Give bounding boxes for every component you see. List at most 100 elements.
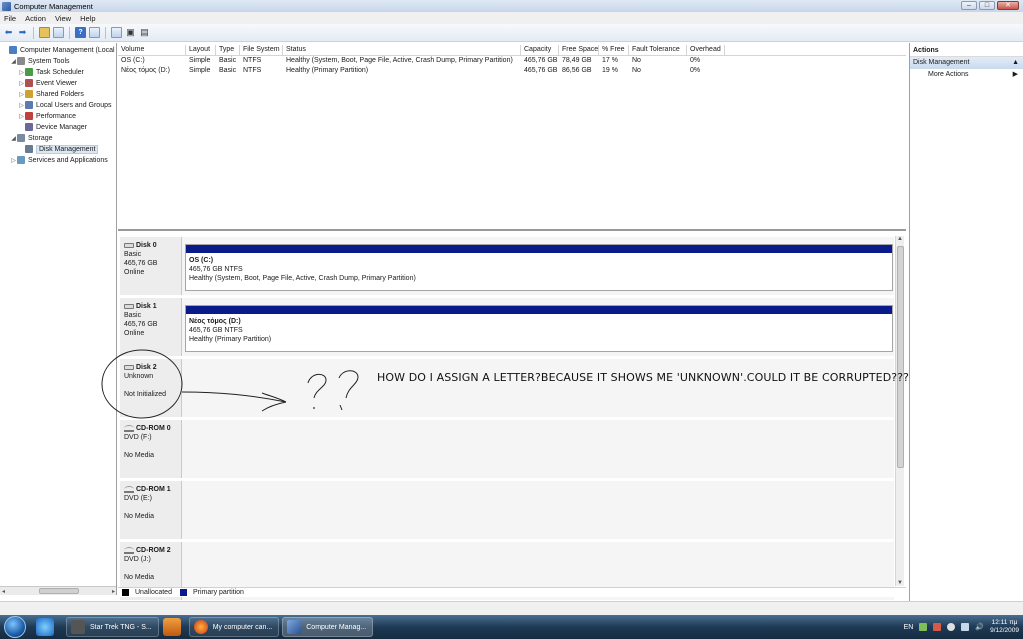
action-center-icon[interactable] [933,623,942,631]
partition-status: Healthy (Primary Partition) [189,336,272,343]
network-icon[interactable] [919,623,928,631]
scroll-right-arrow-icon[interactable]: ▸ [112,588,115,595]
expand-arrow-icon[interactable]: ▷ [18,80,25,87]
monitor-icon[interactable] [961,623,970,631]
expand-arrow-icon[interactable]: ▷ [18,113,25,120]
collapse-icon[interactable]: ▲ [1012,57,1019,69]
volume-cell: Simple [189,57,211,64]
disk-row[interactable]: Disk 1 Basic 465,76 GB Online Νέος τόμος (D:… [120,298,894,356]
disk-info[interactable]: CD-ROM 1 DVD (E:) No Media [120,481,182,539]
disk-row[interactable]: CD-ROM 1 DVD (E:) No Media [120,481,894,539]
taskbar: Star Trek TNG - S... My computer can... … [0,615,1023,639]
check-disk-icon[interactable]: ▣ [125,27,136,38]
volume-list-header: Volume Layout Type File System Status Capacit… [118,45,906,56]
volume-icon[interactable]: 🔊 [975,623,984,631]
partition-block[interactable]: OS (C:) 465,76 GB NTFS Healthy (System, Bo… [185,244,893,291]
column-header[interactable]: File System [240,45,283,55]
tree-item[interactable]: ◢ Storage [10,133,53,143]
toolbar-separator [33,26,34,39]
disk-info[interactable]: Disk 0 Basic 465,76 GB Online [120,237,182,295]
column-header[interactable]: % Free [599,45,629,55]
forward-arrow-icon[interactable]: ➡ [17,27,28,38]
tree-item-label: System Tools [28,57,70,65]
taskbar-item-computer-management[interactable]: Computer Manag... [282,617,374,637]
start-button[interactable] [4,616,26,638]
tree-item[interactable]: ▷ Task Scheduler [18,67,84,77]
tree-item[interactable]: ◢ System Tools [10,56,70,66]
column-header[interactable]: Volume [118,45,186,55]
security-icon[interactable] [947,623,956,631]
menu-view[interactable]: View [55,14,71,23]
taskbar-item-firefox[interactable]: My computer can... [188,617,280,637]
menu-help[interactable]: Help [80,14,95,23]
disk-name: CD-ROM 0 [124,424,181,433]
actions-section-disk-management[interactable]: Disk Management ▲ [910,57,1023,69]
show-hide-tree-icon[interactable] [53,27,64,38]
menu-file[interactable]: File [4,14,16,23]
language-indicator[interactable]: EN [904,624,914,631]
expand-arrow-icon[interactable]: ▷ [18,69,25,76]
export-list-icon[interactable] [111,27,122,38]
volume-cell: 0% [690,67,701,74]
expand-arrow-icon[interactable]: ▷ [18,91,25,98]
scroll-thumb[interactable] [897,246,904,468]
scroll-up-arrow-icon[interactable]: ▲ [897,236,903,242]
column-header[interactable]: Type [216,45,240,55]
partition-block[interactable]: Νέος τόμος (D:) 465,76 GB NTFS Healthy (Pr… [185,305,893,352]
volume-cell: 0% [690,57,701,64]
volume-cell: 78,49 GB [562,57,592,64]
scroll-left-arrow-icon[interactable]: ◂ [2,588,5,595]
column-header[interactable]: Free Space [559,45,599,55]
tree-item[interactable]: ▷ Local Users and Groups [18,100,111,110]
disk-layout-area[interactable] [182,420,894,478]
expand-arrow-icon[interactable]: ▷ [10,157,17,164]
column-header[interactable]: Layout [186,45,216,55]
volume-row[interactable]: Νέος τόμος (D:) Simple Basic NTFS Healthy (P… [118,66,906,76]
disk-layout-area[interactable] [182,359,894,417]
menu-action[interactable]: Action [25,14,46,23]
disk-detail: 465,76 GB [124,321,158,328]
tree-item[interactable]: ▷ Performance [18,111,76,121]
disk-row[interactable]: Disk 2 Unknown Not Initialized [120,359,894,417]
scroll-down-arrow-icon[interactable]: ▼ [897,580,903,586]
tree-item[interactable]: Disk Management [18,144,99,154]
taskbar-item-label: My computer can... [212,623,273,631]
back-arrow-icon[interactable]: ⬅ [3,27,14,38]
tree-item[interactable]: ▷ Services and Applications [10,155,108,165]
disk-info[interactable]: Disk 1 Basic 465,76 GB Online [120,298,182,356]
disk-info[interactable]: CD-ROM 0 DVD (F:) No Media [120,420,182,478]
column-header[interactable]: Overhead [687,45,725,55]
scroll-thumb[interactable] [38,588,79,594]
help-icon[interactable]: ? [75,27,86,38]
taskbar-item-star-trek[interactable]: Star Trek TNG - S... [66,617,159,637]
expand-arrow-icon[interactable]: ◢ [10,135,17,142]
column-header[interactable]: Capacity [521,45,559,55]
expand-arrow-icon[interactable]: ▷ [18,102,25,109]
column-header[interactable]: Status [283,45,521,55]
volume-name-cell: OS (C:) [121,57,145,64]
disk-management-icon [25,145,33,153]
disk-row[interactable]: Disk 0 Basic 465,76 GB Online OS (C:) 465,76 … [120,237,894,295]
tree-item[interactable]: ▷ Event Viewer [18,78,77,88]
tree-horizontal-scrollbar[interactable]: ◂ ▸ [0,586,116,595]
more-actions-item[interactable]: More Actions ▶ [910,69,1023,81]
format-disk-icon[interactable]: ▤ [139,27,150,38]
tree-item[interactable]: Device Manager [18,122,87,132]
maximize-button[interactable]: □ [979,1,995,10]
close-button[interactable]: ✕ [997,1,1019,10]
up-folder-icon[interactable] [39,27,50,38]
disk-row[interactable]: CD-ROM 0 DVD (F:) No Media [120,420,894,478]
disk-view-vertical-scrollbar[interactable]: ▲ ▼ [895,236,904,586]
column-header[interactable]: Fault Tolerance [629,45,687,55]
disk-info[interactable]: Disk 2 Unknown Not Initialized [120,359,182,417]
internet-explorer-icon[interactable] [36,618,54,636]
minimize-button[interactable]: – [961,1,977,10]
expand-arrow-icon[interactable]: ◢ [10,58,17,65]
clock[interactable]: 12:11 πμ 9/12/2009 [990,619,1019,635]
disk-layout-area[interactable] [182,481,894,539]
properties-icon[interactable] [89,27,100,38]
tree-item[interactable]: Computer Management (Local [2,45,115,55]
volume-row[interactable]: OS (C:) Simple Basic NTFS Healthy (System, B… [118,56,906,66]
media-player-icon[interactable] [162,618,181,636]
tree-item[interactable]: ▷ Shared Folders [18,89,84,99]
